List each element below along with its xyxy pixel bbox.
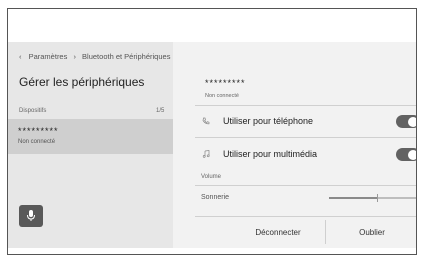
device-detail-name: *********: [205, 78, 246, 88]
option-row-media[interactable]: Utiliser pour multimédia: [195, 145, 416, 169]
ringtone-volume-slider[interactable]: [329, 194, 416, 202]
breadcrumb-item-bluetooth[interactable]: Bluetooth et Périphériques: [82, 52, 170, 61]
volume-label: Volume: [201, 174, 222, 180]
phone-toggle[interactable]: [396, 115, 416, 128]
device-list-item[interactable]: ********* Non connecté: [8, 119, 173, 154]
media-toggle[interactable]: [396, 148, 416, 161]
settings-screen: ‹ Paramètres › Bluetooth et Périphérique…: [8, 42, 416, 248]
voice-command-button[interactable]: [19, 205, 43, 227]
music-note-icon: [202, 150, 210, 158]
display-frame: ‹ Paramètres › Bluetooth et Périphérique…: [7, 8, 417, 255]
option-label-phone: Utiliser pour téléphone: [223, 116, 314, 126]
divider: [195, 137, 416, 138]
divider: [195, 216, 416, 217]
page-title: Gérer les périphériques: [19, 75, 145, 89]
breadcrumb: ‹ Paramètres › Bluetooth et Périphérique…: [19, 52, 170, 61]
forget-button[interactable]: Oublier: [327, 220, 416, 244]
phone-icon: [202, 117, 210, 125]
divider: [195, 185, 416, 186]
breadcrumb-separator: ›: [73, 52, 76, 61]
devices-count: 1/5: [156, 108, 165, 114]
option-row-phone[interactable]: Utiliser pour téléphone: [195, 112, 416, 136]
breadcrumb-item-settings[interactable]: Paramètres: [29, 52, 68, 61]
device-name: *********: [18, 126, 59, 136]
microphone-icon: [27, 210, 35, 221]
sidebar: ‹ Paramètres › Bluetooth et Périphérique…: [8, 42, 173, 248]
divider: [195, 105, 416, 106]
device-detail-panel: ********* Non connecté Utiliser pour tél…: [173, 42, 416, 248]
option-label-media: Utiliser pour multimédia: [223, 149, 318, 159]
disconnect-button[interactable]: Déconnecter: [233, 220, 323, 244]
chevron-left-icon[interactable]: ‹: [19, 52, 22, 61]
button-divider: [325, 220, 326, 244]
ringtone-label: Sonnerie: [201, 194, 230, 201]
slider-fill: [329, 197, 378, 199]
slider-thumb[interactable]: [377, 194, 379, 202]
toggle-knob: [408, 116, 416, 127]
device-detail-status: Non connecté: [205, 93, 239, 99]
device-status: Non connecté: [18, 139, 56, 145]
devices-section-label: Dispositifs: [19, 108, 47, 114]
toggle-knob: [408, 149, 416, 160]
